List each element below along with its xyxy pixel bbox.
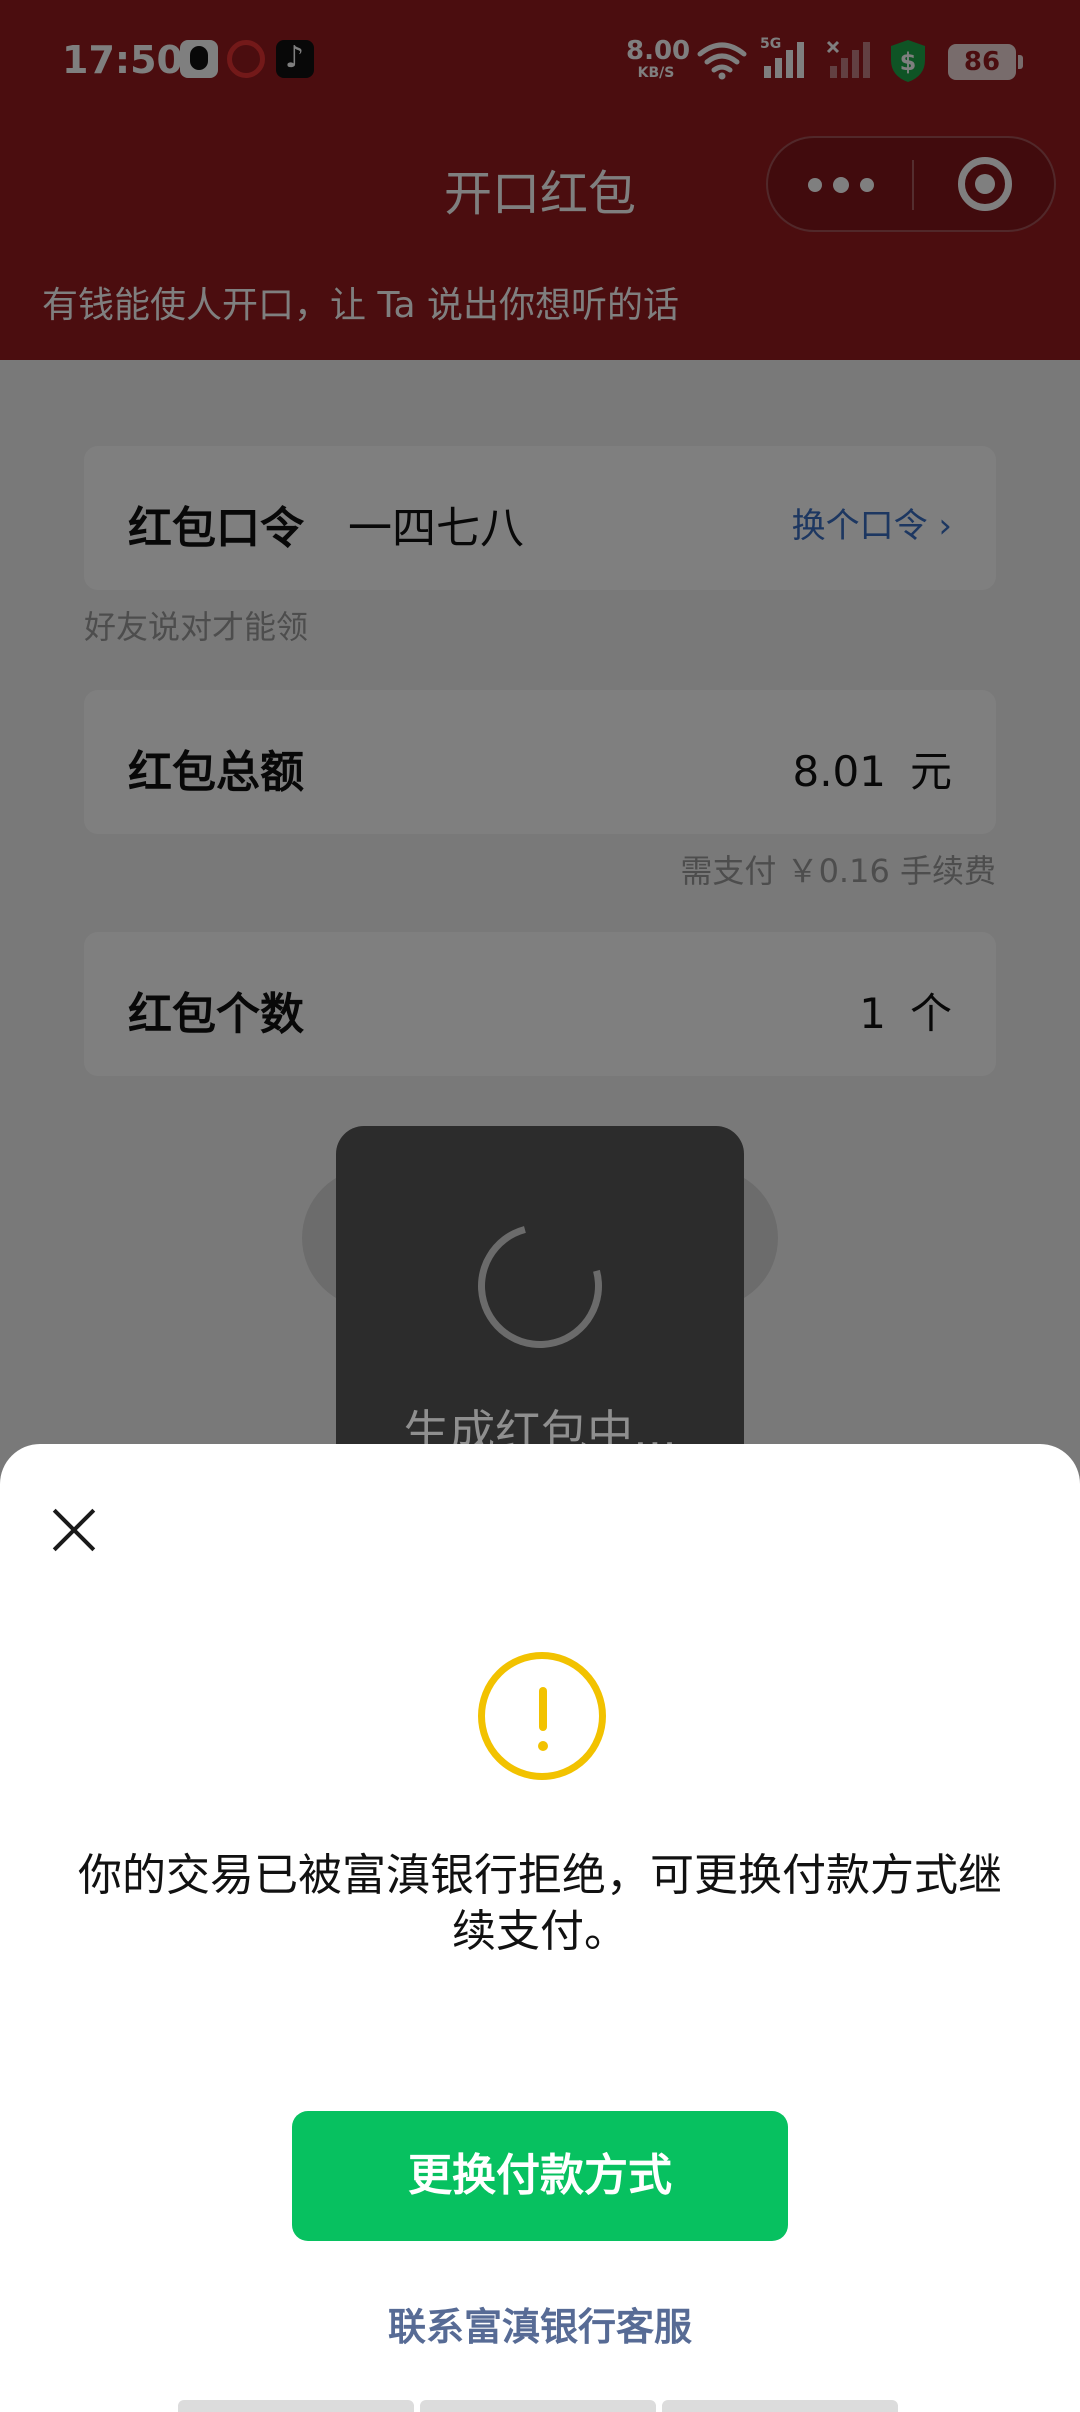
page: 17:50 8.00 KB/S 5G $	[0, 0, 1080, 2412]
keyboard-key-peek	[420, 2400, 656, 2412]
keyboard-key-peek	[662, 2400, 898, 2412]
error-message: 你的交易已被富滇银行拒绝，可更换付款方式继续支付。	[78, 1850, 1002, 1957]
warning-icon	[478, 1652, 606, 1780]
loading-spinner-icon	[455, 1201, 625, 1371]
contact-bank-service-link[interactable]: 联系富滇银行客服	[0, 2296, 1080, 2351]
change-payment-method-button[interactable]: 更换付款方式	[292, 2111, 788, 2241]
close-icon[interactable]	[44, 1500, 104, 1560]
keyboard-key-peek	[178, 2400, 414, 2412]
payment-failed-sheet: 你的交易已被富滇银行拒绝，可更换付款方式继续支付。 更换付款方式 联系富滇银行客…	[0, 1444, 1080, 2412]
warning-icon-dot	[538, 1741, 548, 1751]
warning-icon-bar	[539, 1687, 547, 1731]
keyboard-peek	[178, 2400, 900, 2412]
loading-toast: 生成红包中...	[336, 1126, 744, 1486]
